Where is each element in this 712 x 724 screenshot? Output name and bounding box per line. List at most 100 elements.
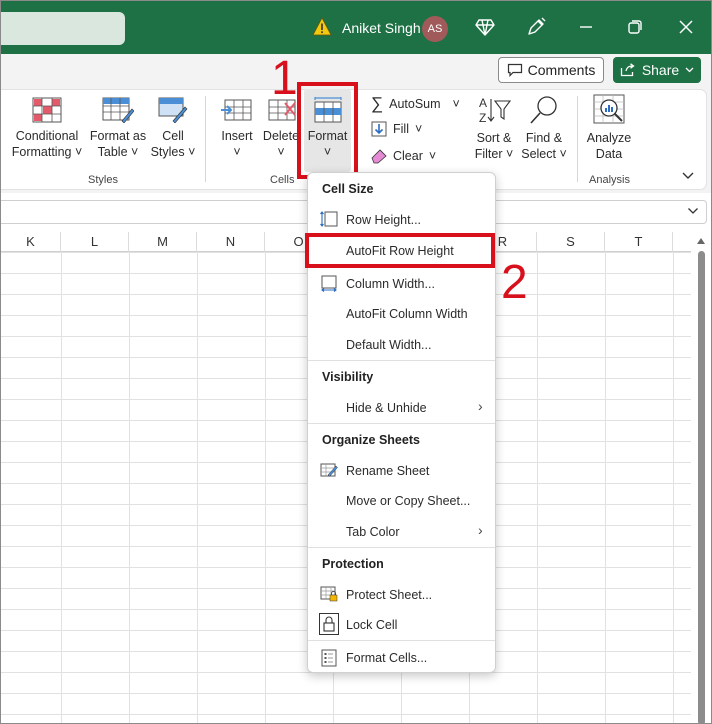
column-header[interactable]: N <box>197 232 265 252</box>
menu-item-tab-color[interactable]: Tab Color <box>346 525 400 539</box>
conditional-formatting-button[interactable]: Conditional Formatting ˅ <box>9 97 85 160</box>
menu-separator <box>308 640 495 641</box>
svg-text:Z: Z <box>479 111 486 125</box>
column-header[interactable]: M <box>129 232 197 252</box>
clear-button[interactable]: Clear ˅ <box>371 148 436 164</box>
menu-separator <box>308 423 495 424</box>
group-separator <box>577 96 578 182</box>
excel-window: Aniket Singh AS Comments Share Condition… <box>0 0 712 724</box>
step-2-label: 2 <box>501 256 528 309</box>
hide-unhide-label: Hide & Unhide <box>346 401 427 415</box>
menu-item-autofit-column-width[interactable]: AutoFit Column Width <box>346 307 468 321</box>
comments-label: Comments <box>527 62 596 78</box>
magnifier-icon <box>530 96 557 124</box>
title-bar: Aniket Singh AS <box>1 1 711 54</box>
menu-item-rename-sheet[interactable]: Rename Sheet <box>346 464 429 478</box>
autosum-button[interactable]: ∑ AutoSum ˅ <box>371 94 460 114</box>
menu-separator <box>308 360 495 361</box>
cell-styles-icon <box>158 97 188 123</box>
menu-item-format-cells[interactable]: Format Cells... <box>346 651 427 665</box>
menu-item-lock-cell[interactable]: Lock Cell <box>346 618 397 632</box>
highlight-autofit-row-height <box>305 233 495 268</box>
avatar[interactable]: AS <box>422 16 448 42</box>
sort-filter-button[interactable]: A Z Sort & Filter ˅ <box>471 95 517 162</box>
restore-icon[interactable] <box>624 16 646 38</box>
collapse-ribbon-icon[interactable] <box>681 171 695 181</box>
conditional-formatting-label-1: Conditional <box>15 129 79 143</box>
find-select-label-1: Find & <box>525 131 563 145</box>
share-icon <box>620 63 635 77</box>
scroll-up-icon[interactable] <box>696 237 706 245</box>
column-width-label: Column Width... <box>346 277 435 291</box>
column-header[interactable]: K <box>1 232 61 252</box>
vertical-scrollbar[interactable] <box>698 251 705 723</box>
move-copy-sheet-label: Move or Copy Sheet... <box>346 494 471 508</box>
insert-cells-icon <box>221 99 252 121</box>
menu-item-column-width[interactable]: Column Width... <box>346 277 435 291</box>
user-name[interactable]: Aniket Singh <box>342 20 421 36</box>
chevron-down-icon <box>685 67 694 73</box>
insert-button[interactable]: Insert ˅ <box>215 97 259 160</box>
cell-styles-button[interactable]: Cell Styles ˅ <box>149 97 197 160</box>
format-as-table-button[interactable]: Format as Table ˅ <box>87 97 149 160</box>
format-as-table-icon <box>102 97 134 123</box>
minimize-icon[interactable] <box>575 16 597 38</box>
format-cells-dialog-icon <box>321 649 337 667</box>
visibility-header: Visibility <box>322 370 374 384</box>
protection-header: Protection <box>322 557 384 571</box>
tab-color-label: Tab Color <box>346 525 400 539</box>
sort-filter-icon: A Z <box>479 96 511 125</box>
find-select-label-2: Select <box>521 147 556 161</box>
column-header[interactable]: L <box>61 232 129 252</box>
analyze-data-button[interactable]: Analyze Data <box>584 93 634 162</box>
menu-separator <box>308 547 495 548</box>
sort-filter-label-2: Filter <box>474 147 503 161</box>
chevron-right-icon: › <box>478 398 483 414</box>
find-select-button[interactable]: Find & Select ˅ <box>519 95 569 162</box>
pen-icon[interactable] <box>525 16 547 38</box>
close-icon[interactable] <box>675 16 697 38</box>
styles-group-label: Styles <box>88 174 118 186</box>
delete-button[interactable]: Delete ˅ <box>261 97 301 160</box>
organize-sheets-header: Organize Sheets <box>322 433 420 447</box>
analyze-data-icon <box>593 94 625 124</box>
step-1-label: 1 <box>271 52 298 105</box>
share-button[interactable]: Share <box>613 57 701 83</box>
chevron-right-icon: › <box>478 522 483 538</box>
menu-item-move-copy-sheet[interactable]: Move or Copy Sheet... <box>346 494 470 508</box>
menu-item-hide-unhide[interactable]: Hide & Unhide <box>346 401 427 415</box>
share-label: Share <box>641 62 680 78</box>
diamond-icon[interactable] <box>474 16 496 38</box>
format-as-table-label-2: Table <box>97 145 128 159</box>
clear-label: Clear <box>393 149 423 163</box>
fill-button[interactable]: Fill ˅ <box>371 121 422 137</box>
rename-sheet-icon <box>320 463 338 477</box>
lock-cell-label: Lock Cell <box>346 618 398 632</box>
menu-item-row-height[interactable]: Row Height... <box>346 213 421 227</box>
sigma-icon: ∑ <box>371 94 384 113</box>
analyze-data-label-1: Analyze <box>586 131 632 145</box>
group-separator <box>205 96 206 182</box>
expand-formula-bar-icon[interactable] <box>687 207 699 216</box>
insert-label: Insert <box>221 129 253 143</box>
column-header[interactable]: T <box>605 232 673 252</box>
comments-button[interactable]: Comments <box>498 57 604 83</box>
row-height-icon <box>320 211 338 227</box>
menu-item-default-width[interactable]: Default Width... <box>346 338 431 352</box>
svg-text:A: A <box>479 96 487 110</box>
analyze-data-label-2: Data <box>595 147 623 161</box>
eraser-icon <box>371 149 387 164</box>
column-width-icon <box>321 275 337 292</box>
lock-icon <box>319 613 339 635</box>
fill-label: Fill <box>393 122 409 136</box>
warning-icon[interactable] <box>312 17 332 37</box>
protect-sheet-label: Protect Sheet... <box>346 588 433 602</box>
analysis-group-label: Analysis <box>589 174 630 186</box>
column-header[interactable]: S <box>537 232 605 252</box>
fill-down-icon <box>371 121 387 137</box>
conditional-formatting-icon <box>32 97 62 123</box>
cell-size-header: Cell Size <box>322 182 374 196</box>
protect-sheet-icon <box>320 586 338 602</box>
menu-item-protect-sheet[interactable]: Protect Sheet... <box>346 588 432 602</box>
search-box[interactable] <box>1 12 125 45</box>
